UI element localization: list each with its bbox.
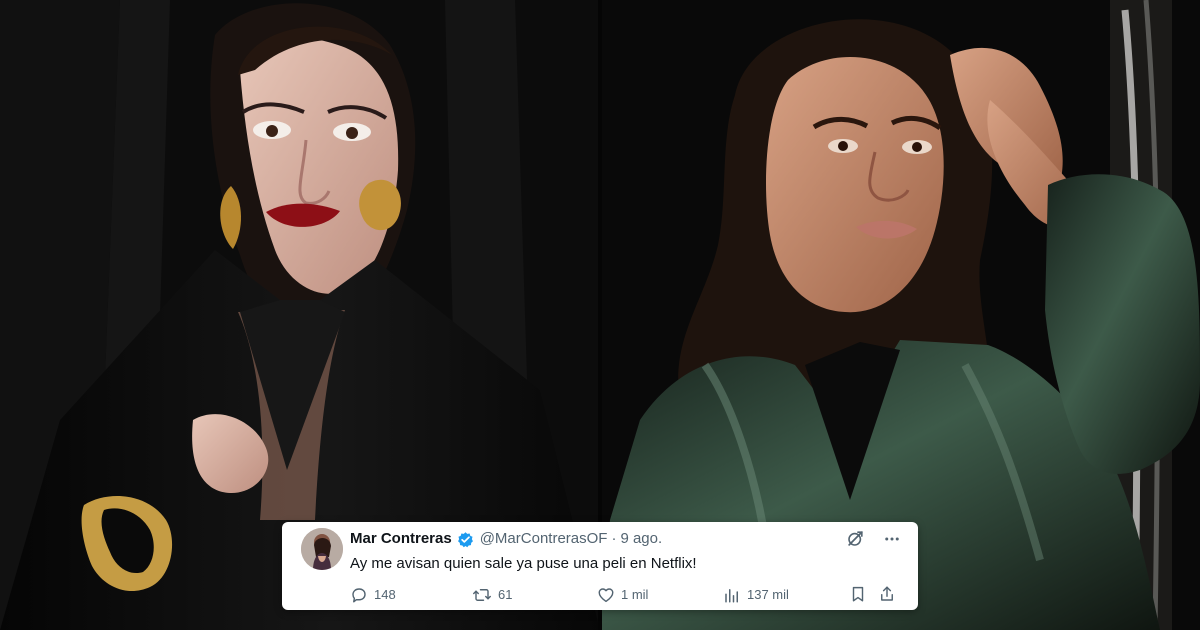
bookmark-icon bbox=[852, 586, 864, 602]
retweet-count: 61 bbox=[498, 587, 513, 602]
tweet-text: Ay me avisan quien sale ya puse una peli… bbox=[350, 555, 697, 572]
views-count: 137 mil bbox=[747, 587, 789, 602]
tweet-header: Mar Contreras @MarContrerasOF · 9 ago. bbox=[350, 530, 662, 548]
like-button[interactable]: 1 mil bbox=[597, 585, 648, 605]
tweet-timestamp[interactable]: 9 ago. bbox=[620, 530, 662, 548]
grok-icon[interactable] bbox=[846, 529, 865, 548]
views-button[interactable]: 137 mil bbox=[723, 585, 789, 605]
like-count: 1 mil bbox=[621, 587, 649, 602]
reply-count: 148 bbox=[374, 587, 396, 602]
more-icon[interactable] bbox=[883, 530, 901, 548]
share-button[interactable] bbox=[878, 585, 896, 603]
reply-button[interactable]: 148 bbox=[350, 585, 396, 605]
views-icon bbox=[725, 589, 738, 603]
like-icon bbox=[598, 588, 614, 603]
reply-icon bbox=[352, 588, 366, 603]
author-handle[interactable]: @MarContrerasOF bbox=[480, 530, 608, 548]
avatar[interactable] bbox=[301, 528, 343, 570]
author-name[interactable]: Mar Contreras bbox=[350, 530, 452, 548]
tweet-card[interactable]: Mar Contreras @MarContrerasOF · 9 ago. A… bbox=[282, 522, 918, 610]
separator-dot: · bbox=[611, 530, 617, 547]
retweet-button[interactable]: 61 bbox=[472, 585, 512, 605]
avatar-image bbox=[301, 528, 343, 570]
tweet-actions: 148 61 1 mil 137 mil bbox=[350, 585, 900, 605]
bookmark-button[interactable] bbox=[849, 585, 867, 603]
retweet-icon bbox=[473, 589, 491, 601]
image-collage: Mar Contreras @MarContrerasOF · 9 ago. A… bbox=[0, 0, 1200, 630]
share-icon bbox=[881, 586, 893, 601]
verified-badge-icon bbox=[457, 531, 473, 547]
tweet-top-actions bbox=[846, 529, 901, 548]
